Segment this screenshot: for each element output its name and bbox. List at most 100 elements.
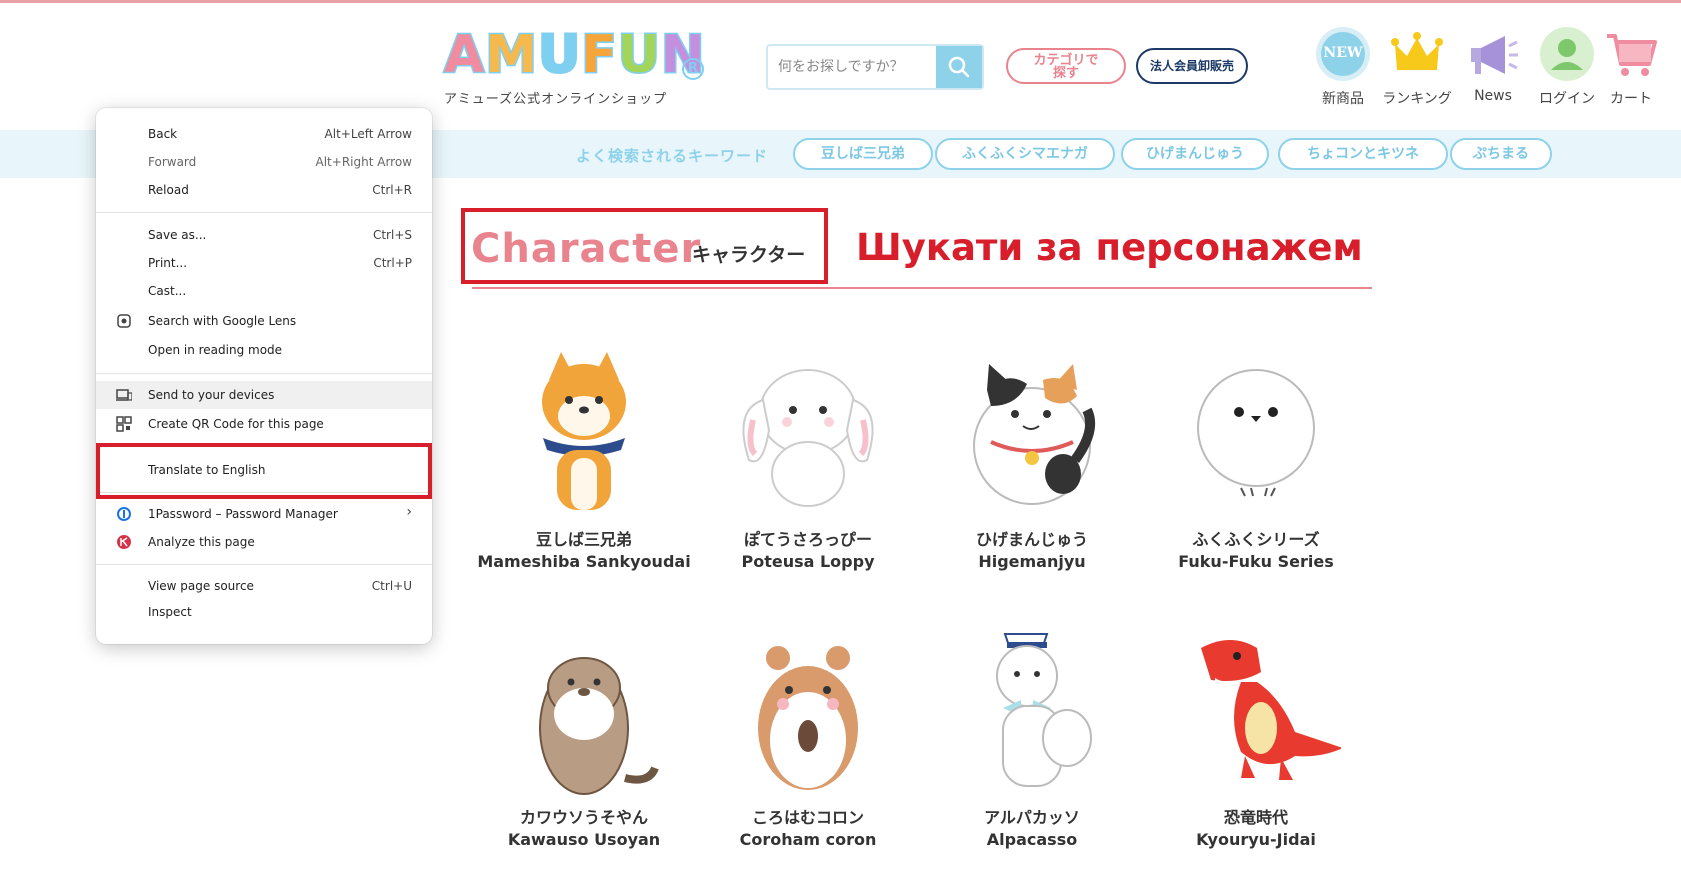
character-name-en: Higemanjyu	[978, 552, 1086, 571]
menu-item-reload[interactable]: Reload Ctrl+R	[96, 176, 432, 204]
logo-letter: A	[442, 24, 486, 87]
search-icon	[948, 56, 970, 78]
menu-item-label: Inspect	[148, 605, 192, 619]
section-title-jp: キャラクター	[692, 244, 806, 266]
menu-item-send-to-devices[interactable]: Send to your devices	[96, 381, 432, 409]
character-name-en: Poteusa Loppy	[741, 552, 875, 571]
cat-icon	[947, 350, 1117, 520]
dinosaur-icon	[1171, 628, 1343, 798]
category-button-line2: 探す	[1052, 66, 1079, 81]
menu-item-label: Print...	[148, 256, 188, 270]
menu-item-label: Create QR Code for this page	[148, 417, 324, 431]
character-name-en: Kyouryu-Jidai	[1196, 830, 1316, 849]
bird-icon	[1171, 350, 1341, 520]
hamster-icon	[723, 628, 893, 798]
new-badge-text: NEW	[1323, 45, 1363, 61]
menu-item-shortcut: Ctrl+R	[372, 183, 412, 197]
amufun-logo[interactable]: AMUFUN R	[442, 22, 714, 88]
menu-item-label: 1Password – Password Manager	[148, 507, 338, 521]
menu-item-shortcut: Ctrl+P	[373, 256, 412, 270]
menu-item-reading-mode[interactable]: Open in reading mode	[96, 336, 432, 364]
menu-item-label: Back	[148, 127, 178, 141]
menu-item-cast[interactable]: Cast...	[96, 277, 432, 305]
section-title-en: Character	[471, 226, 702, 272]
menu-item-view-source[interactable]: View page source Ctrl+U	[96, 572, 432, 600]
character-card[interactable]: ふくふくシリーズ Fuku-Fuku Series	[1146, 350, 1366, 590]
registered-mark: R	[682, 58, 704, 80]
nav-cart[interactable]: カート	[1586, 26, 1676, 110]
analyze-extension-icon	[117, 535, 131, 549]
character-name-jp: アルパカッソ	[984, 808, 1080, 827]
keyword-pill[interactable]: ふくふくシマエナガ	[935, 138, 1115, 170]
logo-letter: F	[580, 24, 619, 87]
logo-letter: M	[484, 24, 539, 87]
character-card[interactable]: アルパカッソ Alpacasso	[922, 628, 1142, 868]
character-card[interactable]: ひげまんじゅう Higemanjyu	[922, 350, 1142, 590]
top-accent-line	[0, 0, 1681, 3]
menu-item-shortcut: Alt+Left Arrow	[324, 127, 412, 141]
menu-item-label: Save as...	[148, 228, 207, 242]
1password-icon	[117, 507, 131, 521]
menu-item-forward[interactable]: Forward Alt+Right Arrow	[96, 148, 432, 176]
logo-letter: U	[616, 24, 661, 87]
keyword-pill[interactable]: 豆しば三兄弟	[793, 138, 933, 170]
character-card[interactable]: ぽてうさろっぴー Poteusa Loppy	[698, 350, 918, 590]
cart-icon	[1603, 26, 1659, 82]
character-name-jp: ひげまんじゅう	[975, 530, 1088, 549]
character-card[interactable]: 豆しば三兄弟 Mameshiba Sankyoudai	[474, 350, 694, 590]
menu-item-google-lens[interactable]: Search with Google Lens	[96, 307, 432, 335]
menu-item-label: Cast...	[148, 284, 187, 298]
search-button[interactable]	[936, 46, 982, 88]
keyword-pill[interactable]: ひげまんじゅう	[1121, 138, 1269, 170]
character-card[interactable]: ころはむコロン Coroham coron	[698, 628, 918, 868]
menu-item-analyze-page[interactable]: Analyze this page	[96, 528, 432, 556]
menu-item-label: Analyze this page	[148, 535, 255, 549]
nav-label: カート	[1610, 91, 1652, 107]
menu-item-print[interactable]: Print... Ctrl+P	[96, 249, 432, 277]
bunny-icon	[723, 350, 893, 520]
menu-item-qr-code[interactable]: Create QR Code for this page	[96, 410, 432, 438]
search-input[interactable]	[768, 46, 938, 88]
menu-item-shortcut: Alt+Right Arrow	[315, 155, 412, 169]
keyword-title: よく検索されるキーワード	[576, 147, 769, 165]
crown-icon	[1389, 26, 1445, 82]
character-name-en: Coroham coron	[739, 830, 877, 849]
corporate-wholesale-button[interactable]: 法人会員卸販売	[1136, 48, 1248, 84]
category-search-button[interactable]: カテゴリで 探す	[1006, 48, 1126, 84]
context-menu: Back Alt+Left Arrow Forward Alt+Right Ar…	[96, 108, 432, 644]
menu-separator	[96, 564, 432, 565]
menu-item-save-as[interactable]: Save as... Ctrl+S	[96, 221, 432, 249]
character-card[interactable]: 恐竜時代 Kyouryu-Jidai	[1146, 628, 1366, 868]
menu-separator	[96, 212, 432, 213]
keyword-pill[interactable]: ぷちまる	[1450, 138, 1552, 170]
menu-item-label: Forward	[148, 155, 197, 169]
annotation-highlight-box	[96, 443, 432, 499]
character-card[interactable]: カワウソうそやん Kawauso Usoyan	[474, 628, 694, 868]
character-name-jp: ふくふくシリーズ	[1192, 530, 1320, 549]
character-name-en: Mameshiba Sankyoudai	[477, 552, 691, 571]
menu-item-label: Reload	[148, 183, 189, 197]
logo-letter: U	[536, 24, 582, 87]
character-name-en: Kawauso Usoyan	[507, 830, 661, 849]
menu-item-back[interactable]: Back Alt+Left Arrow	[96, 120, 432, 148]
section-divider	[472, 287, 1372, 289]
logo-subtitle: アミューズ公式オンラインショップ	[444, 92, 668, 107]
menu-item-shortcut: Ctrl+S	[372, 228, 412, 242]
character-name-jp: ころはむコロン	[751, 808, 864, 827]
menu-item-label: Search with Google Lens	[148, 314, 297, 328]
menu-item-inspect[interactable]: Inspect	[96, 598, 432, 626]
alpaca-icon	[947, 628, 1117, 798]
character-name-en: Alpacasso	[986, 830, 1078, 849]
google-lens-icon	[117, 314, 131, 328]
keyword-pill[interactable]: ちょコンとキツネ	[1278, 138, 1448, 170]
search-box	[766, 44, 984, 90]
menu-separator	[96, 373, 432, 374]
character-name-jp: ぽてうさろっぴー	[743, 530, 872, 549]
character-name-jp: 豆しば三兄弟	[535, 530, 632, 549]
otter-icon	[499, 628, 669, 798]
devices-icon	[116, 389, 132, 401]
logo-wordmark: AMUFUN	[442, 22, 706, 88]
new-badge-icon: NEW	[1315, 26, 1371, 82]
menu-item-1password[interactable]: 1Password – Password Manager ›	[96, 500, 432, 528]
megaphone-icon	[1465, 26, 1521, 82]
